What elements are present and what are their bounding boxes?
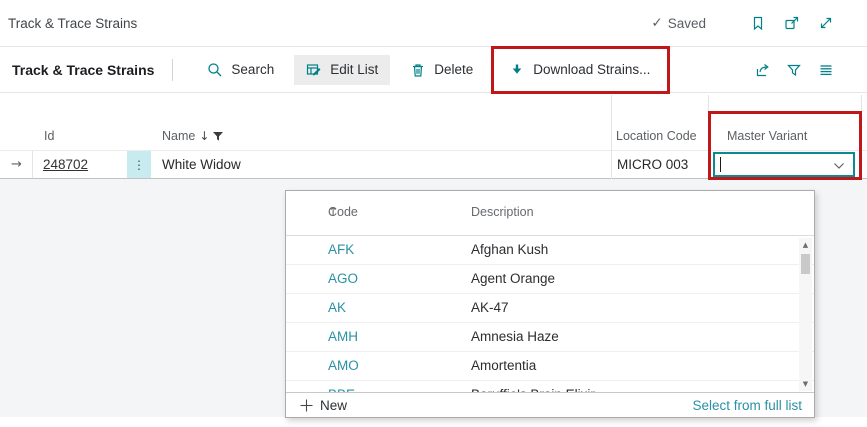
- sort-descending-icon: ↓: [199, 129, 209, 143]
- row-name-cell[interactable]: White Widow: [162, 151, 241, 178]
- column-divider: [861, 95, 862, 179]
- download-icon: [509, 62, 525, 78]
- dropdown-item-code[interactable]: AFK: [328, 236, 354, 264]
- dropdown-item-description: AK-47: [471, 294, 509, 322]
- dropdown-item[interactable]: AMO Amortentia: [286, 352, 814, 381]
- edit-list-icon: [306, 62, 322, 78]
- column-header-location-code[interactable]: Location Code: [616, 129, 697, 143]
- titlebar-actions: ✓ Saved: [651, 15, 867, 32]
- save-status-label: Saved: [668, 16, 706, 31]
- dropdown-item[interactable]: AFK Afghan Kush: [286, 236, 814, 265]
- column-header-name-label: Name: [162, 129, 195, 143]
- delete-label: Delete: [434, 62, 473, 77]
- toolbar-separator: [172, 59, 173, 81]
- column-header-id[interactable]: Id: [44, 129, 54, 143]
- master-variant-input[interactable]: [713, 152, 855, 177]
- search-icon: [207, 62, 223, 78]
- action-bar: Track & Trace Strains Search Edit List D…: [0, 47, 867, 93]
- current-row-arrow-icon: →: [11, 151, 22, 178]
- dropdown-item[interactable]: AK AK-47: [286, 294, 814, 323]
- share-icon[interactable]: [753, 61, 770, 78]
- column-divider: [611, 95, 612, 179]
- sort-ascending-icon: ↑: [328, 204, 338, 219]
- scroll-up-icon[interactable]: ▲: [799, 241, 812, 249]
- delete-button[interactable]: Delete: [404, 55, 479, 85]
- search-button[interactable]: Search: [201, 55, 280, 85]
- row-options-button[interactable]: ⋮: [127, 151, 151, 178]
- column-header-master-variant[interactable]: Master Variant: [727, 129, 807, 143]
- text-cursor: [720, 157, 721, 172]
- dropdown-item-code[interactable]: AMO: [328, 352, 359, 380]
- dropdown-column-description-label: Description: [471, 205, 534, 219]
- filter-icon[interactable]: [785, 61, 802, 78]
- dropdown-item[interactable]: AGO Agent Orange: [286, 265, 814, 294]
- save-status: ✓ Saved: [651, 15, 706, 31]
- edit-list-button[interactable]: Edit List: [294, 55, 390, 85]
- ellipsis-icon: ⋮: [133, 158, 145, 172]
- column-header-master-variant-label: Master Variant: [727, 129, 807, 143]
- column-header-id-label: Id: [44, 129, 54, 143]
- page-caption-bar: Track & Trace Strains ✓ Saved: [0, 0, 867, 47]
- row-cell-divider: [32, 151, 33, 178]
- expand-icon[interactable]: [817, 15, 834, 32]
- list-title: Track & Trace Strains: [12, 62, 154, 78]
- select-from-full-list-link[interactable]: Select from full list: [692, 398, 802, 413]
- row-id-link[interactable]: 248702: [43, 151, 88, 178]
- toolbar-right-icons: [753, 61, 867, 78]
- master-variant-dropdown: Code ↑ Description AFK Afghan Kush AGO A…: [285, 190, 815, 418]
- new-button[interactable]: New: [300, 398, 347, 413]
- edit-list-label: Edit List: [330, 62, 378, 77]
- dropdown-header: Code ↑ Description: [286, 191, 814, 236]
- search-label: Search: [231, 62, 274, 77]
- open-in-new-window-icon[interactable]: [783, 15, 800, 32]
- plus-icon: [300, 399, 313, 412]
- check-icon: ✓: [651, 15, 662, 31]
- column-header-name[interactable]: Name ↓: [162, 129, 223, 143]
- new-button-label: New: [320, 398, 347, 413]
- track-trace-strains-page: Track & Trace Strains ✓ Saved Track & Tr…: [0, 0, 867, 427]
- dropdown-item[interactable]: AMH Amnesia Haze: [286, 323, 814, 352]
- chevron-down-icon[interactable]: [833, 162, 845, 170]
- column-divider: [708, 95, 709, 179]
- row-location-code-cell[interactable]: MICRO 003: [617, 151, 688, 178]
- delete-icon: [410, 62, 426, 78]
- scroll-down-icon[interactable]: ▼: [799, 380, 812, 388]
- page-caption: Track & Trace Strains: [8, 16, 137, 31]
- dropdown-item-code[interactable]: AK: [328, 294, 346, 322]
- download-strains-label: Download Strains...: [533, 62, 650, 77]
- column-header-location-code-label: Location Code: [616, 129, 697, 143]
- dropdown-item-description: Amnesia Haze: [471, 323, 559, 351]
- dropdown-scrollbar[interactable]: ▲ ▼: [799, 238, 812, 391]
- dropdown-item-description: Afghan Kush: [471, 236, 548, 264]
- scrollbar-thumb[interactable]: [801, 254, 810, 274]
- column-filter-icon: [213, 132, 223, 141]
- dropdown-item-description: Amortentia: [471, 352, 536, 380]
- dropdown-item-code[interactable]: AGO: [328, 265, 358, 293]
- show-list-icon[interactable]: [817, 61, 834, 78]
- dropdown-footer: New Select from full list: [286, 392, 814, 417]
- dropdown-item-description: Agent Orange: [471, 265, 555, 293]
- download-strains-button[interactable]: Download Strains...: [503, 55, 656, 85]
- dropdown-item-code[interactable]: AMH: [328, 323, 358, 351]
- bookmark-icon[interactable]: [749, 15, 766, 32]
